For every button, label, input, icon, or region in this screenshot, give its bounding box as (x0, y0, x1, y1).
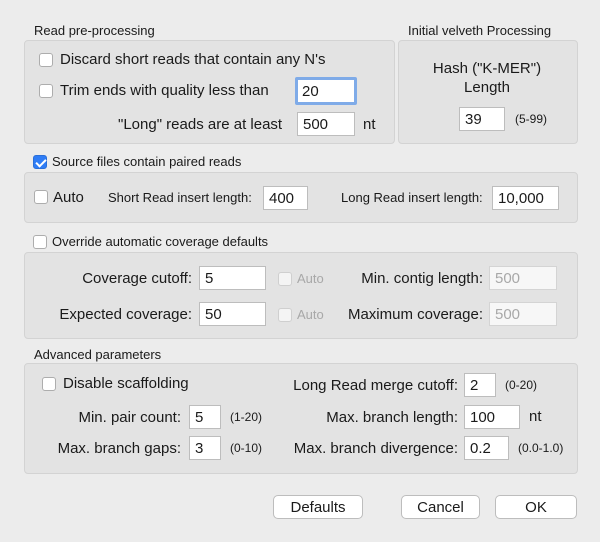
max-branch-length-unit: nt (529, 408, 542, 425)
max-branch-length-label: Max. branch length: (326, 409, 458, 426)
paired-reads-checkbox[interactable] (33, 155, 47, 169)
min-pair-count-label: Min. pair count: (78, 409, 181, 426)
max-branch-gaps-input[interactable] (189, 436, 221, 460)
min-contig-label: Min. contig length: (361, 270, 483, 287)
discard-n-checkbox[interactable] (39, 53, 53, 67)
auto-insert-label: Auto (53, 189, 84, 206)
cancel-button[interactable]: Cancel (401, 495, 480, 519)
merge-cutoff-input[interactable] (464, 373, 496, 397)
trim-quality-input[interactable] (295, 77, 357, 105)
max-coverage-input[interactable] (489, 302, 557, 326)
max-branch-divergence-range: (0.0-1.0) (518, 441, 564, 455)
short-insert-input[interactable] (263, 186, 308, 210)
override-coverage-label: Override automatic coverage defaults (52, 234, 269, 249)
max-branch-gaps-label: Max. branch gaps: (57, 440, 181, 457)
max-branch-divergence-input[interactable] (464, 436, 509, 460)
coverage-cutoff-label: Coverage cutoff: (82, 270, 192, 287)
hash-label-line1: Hash ("K-MER") (432, 60, 542, 77)
max-branch-gaps-range: (0-10) (230, 441, 263, 455)
trim-quality-checkbox[interactable] (39, 84, 53, 98)
coverage-cutoff-input[interactable] (199, 266, 266, 290)
read-preprocessing-title: Read pre-processing (34, 23, 155, 38)
expected-coverage-label: Expected coverage: (59, 306, 192, 323)
auto-insert-checkbox[interactable] (34, 190, 48, 204)
trim-quality-label: Trim ends with quality less than (60, 82, 269, 99)
paired-reads-label: Source files contain paired reads (52, 154, 242, 169)
short-insert-label: Short Read insert length: (108, 190, 252, 205)
long-insert-label: Long Read insert length: (341, 190, 483, 205)
override-coverage-checkbox[interactable] (33, 235, 47, 249)
merge-cutoff-range: (0-20) (505, 378, 538, 392)
discard-n-label: Discard short reads that contain any N's (60, 51, 326, 68)
ok-button[interactable]: OK (495, 495, 577, 519)
velveth-title: Initial velveth Processing (408, 23, 552, 38)
long-reads-input[interactable] (297, 112, 355, 136)
auto-cutoff-checkbox[interactable] (278, 272, 292, 286)
long-reads-label: "Long" reads are at least (118, 116, 283, 133)
hash-range: (5-99) (515, 112, 548, 126)
max-coverage-label: Maximum coverage: (347, 306, 483, 323)
long-insert-input[interactable] (492, 186, 559, 210)
disable-scaffolding-checkbox[interactable] (42, 377, 56, 391)
advanced-title: Advanced parameters (34, 347, 162, 362)
hash-label-line2: Length (464, 79, 510, 96)
merge-cutoff-label: Long Read merge cutoff: (293, 377, 458, 394)
expected-coverage-input[interactable] (199, 302, 266, 326)
defaults-button[interactable]: Defaults (273, 495, 363, 519)
auto-expected-checkbox[interactable] (278, 308, 292, 322)
auto-cutoff-label: Auto (297, 271, 324, 286)
min-pair-count-range: (1-20) (230, 410, 263, 424)
auto-expected-label: Auto (297, 307, 324, 322)
min-pair-count-input[interactable] (189, 405, 221, 429)
long-reads-unit: nt (363, 116, 376, 133)
max-branch-length-input[interactable] (464, 405, 520, 429)
hash-length-input[interactable] (459, 107, 505, 131)
min-contig-input[interactable] (489, 266, 557, 290)
disable-scaffolding-label: Disable scaffolding (63, 375, 189, 392)
max-branch-divergence-label: Max. branch divergence: (293, 440, 458, 457)
